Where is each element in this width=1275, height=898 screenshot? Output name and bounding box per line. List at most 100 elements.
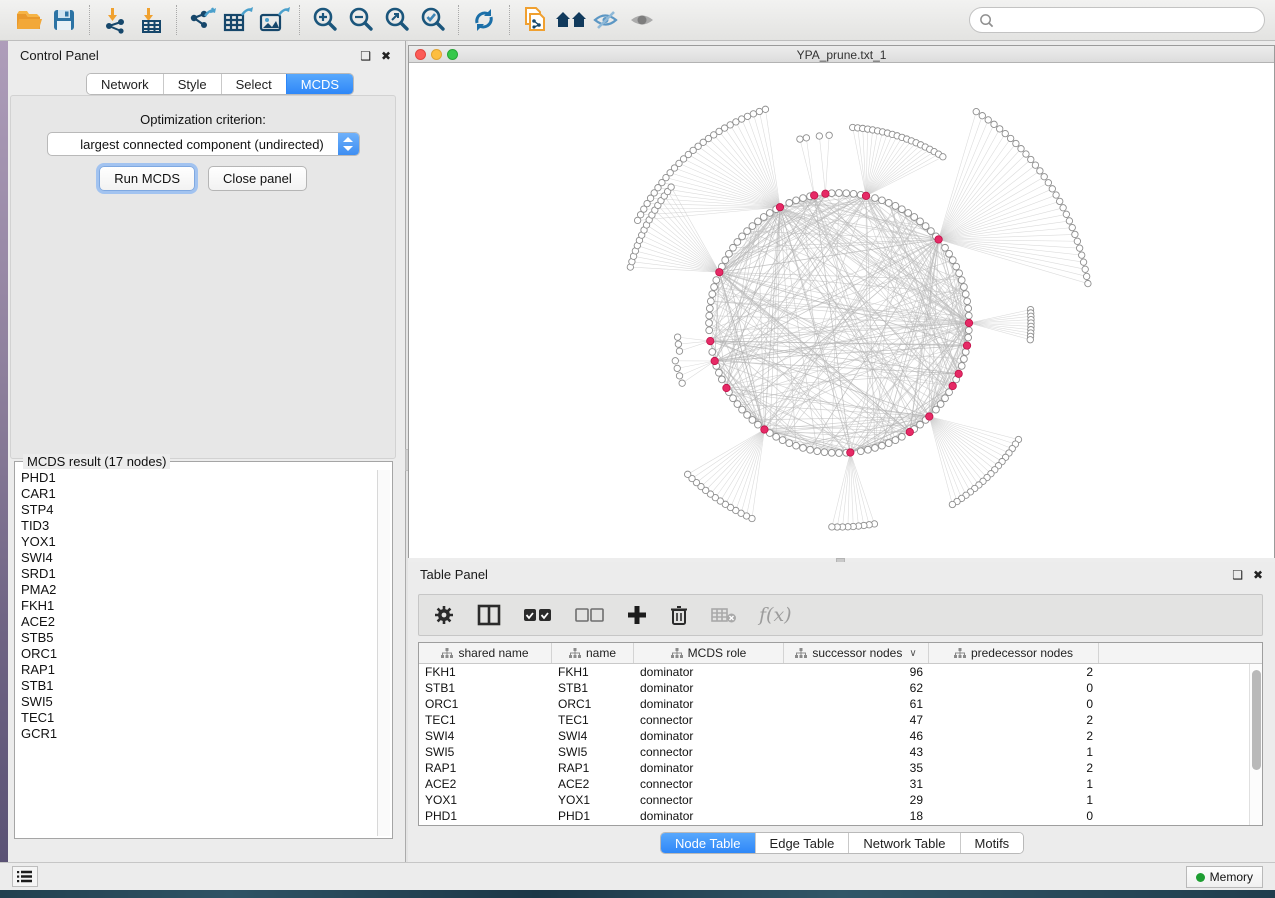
select-all-button[interactable] [523, 607, 553, 623]
ring-node[interactable] [718, 376, 725, 383]
leaf-node[interactable] [985, 117, 991, 123]
zoom-out-button[interactable] [343, 4, 379, 36]
mcds-hub-node[interactable] [963, 342, 970, 349]
leaf-node[interactable] [940, 154, 946, 160]
result-node[interactable]: STB1 [17, 678, 376, 694]
leaf-node[interactable] [676, 348, 682, 354]
table-row[interactable]: PHD1PHD1dominator180 [419, 808, 1262, 824]
leaf-node[interactable] [829, 524, 835, 530]
mcds-hub-node[interactable] [711, 357, 718, 364]
ring-node[interactable] [706, 305, 713, 312]
ring-node[interactable] [962, 291, 969, 298]
ring-node[interactable] [905, 210, 912, 217]
table-row[interactable]: FKH1FKH1dominator962 [419, 664, 1262, 680]
mcds-hub-node[interactable] [949, 382, 956, 389]
ring-node[interactable] [928, 228, 935, 235]
leaf-node[interactable] [1053, 192, 1059, 198]
result-node[interactable]: SWI4 [17, 550, 376, 566]
ring-node[interactable] [885, 199, 892, 206]
new-network-from-selection-button[interactable] [517, 4, 553, 36]
tab-select[interactable]: Select [221, 74, 286, 94]
leaf-node[interactable] [1085, 280, 1091, 286]
mcds-hub-node[interactable] [926, 413, 933, 420]
leaf-node[interactable] [674, 365, 680, 371]
ring-node[interactable] [911, 214, 918, 221]
ring-node[interactable] [793, 197, 800, 204]
table-row[interactable]: SWI5SWI5connector431 [419, 744, 1262, 760]
result-node[interactable]: CAR1 [17, 486, 376, 502]
table-settings-button[interactable] [433, 604, 455, 626]
tab-edge-table[interactable]: Edge Table [755, 833, 849, 853]
result-node[interactable]: RAP1 [17, 662, 376, 678]
ring-node[interactable] [760, 214, 767, 221]
zoom-selected-button[interactable] [415, 4, 451, 36]
tab-network[interactable]: Network [87, 74, 163, 94]
result-node[interactable]: STP4 [17, 502, 376, 518]
ring-node[interactable] [965, 327, 972, 334]
leaf-node[interactable] [1007, 135, 1013, 141]
result-node[interactable]: ACE2 [17, 614, 376, 630]
leaf-node[interactable] [1027, 337, 1033, 343]
mcds-result-list[interactable]: PHD1CAR1STP4TID3YOX1SWI4SRD1PMA2FKH1ACE2… [17, 470, 376, 836]
add-column-button[interactable] [627, 605, 647, 625]
export-image-button[interactable] [256, 4, 292, 36]
open-file-button[interactable] [10, 4, 46, 36]
leaf-node[interactable] [1082, 266, 1088, 272]
mcds-hub-node[interactable] [716, 269, 723, 276]
ring-node[interactable] [706, 327, 713, 334]
leaf-node[interactable] [750, 111, 756, 117]
deselect-all-button[interactable] [575, 607, 605, 623]
search-input[interactable] [999, 13, 1249, 27]
ring-node[interactable] [755, 421, 762, 428]
leaf-node[interactable] [674, 334, 680, 340]
delete-table-button[interactable] [711, 606, 737, 624]
leaf-node[interactable] [1056, 198, 1062, 204]
mcds-hub-node[interactable] [810, 192, 817, 199]
tab-network-table[interactable]: Network Table [848, 833, 959, 853]
ring-node[interactable] [709, 291, 716, 298]
ring-node[interactable] [744, 228, 751, 235]
network-canvas[interactable] [409, 63, 1274, 558]
mcds-hub-node[interactable] [955, 370, 962, 377]
leaf-node[interactable] [991, 121, 997, 127]
ring-node[interactable] [965, 334, 972, 341]
result-node[interactable]: PMA2 [17, 582, 376, 598]
delete-column-button[interactable] [669, 604, 689, 626]
mcds-hub-node[interactable] [862, 192, 869, 199]
import-table-button[interactable] [133, 4, 169, 36]
leaf-node[interactable] [676, 373, 682, 379]
leaf-node[interactable] [1066, 218, 1072, 224]
ring-node[interactable] [949, 257, 956, 264]
leaf-node[interactable] [1041, 174, 1047, 180]
table-row[interactable]: ORC1ORC1dominator610 [419, 696, 1262, 712]
result-node[interactable]: STB5 [17, 630, 376, 646]
ring-node[interactable] [793, 442, 800, 449]
ring-node[interactable] [942, 244, 949, 251]
ring-node[interactable] [962, 349, 969, 356]
ring-node[interactable] [898, 206, 905, 213]
table-row[interactable]: STB1STB1dominator620 [419, 680, 1262, 696]
result-node[interactable]: SWI5 [17, 694, 376, 710]
ring-node[interactable] [779, 437, 786, 444]
tab-motifs[interactable]: Motifs [960, 833, 1024, 853]
ring-node[interactable] [872, 445, 879, 452]
zoom-fit-button[interactable] [379, 4, 415, 36]
ring-node[interactable] [892, 202, 899, 209]
leaf-node[interactable] [1060, 205, 1066, 211]
tab-mcds[interactable]: MCDS [286, 74, 353, 94]
leaf-node[interactable] [1013, 140, 1019, 146]
leaf-node[interactable] [1028, 156, 1034, 162]
column-header-successor-nodes[interactable]: successor nodes∨ [784, 643, 929, 663]
leaf-node[interactable] [1018, 146, 1024, 152]
close-panel-icon[interactable]: ✖ [1253, 568, 1263, 582]
tab-node-table[interactable]: Node Table [661, 833, 755, 853]
leaf-node[interactable] [816, 133, 822, 139]
float-panel-icon[interactable]: ❑ [1232, 568, 1243, 582]
leaf-node[interactable] [997, 126, 1003, 132]
import-network-button[interactable] [97, 4, 133, 36]
result-node[interactable]: FKH1 [17, 598, 376, 614]
leaf-node[interactable] [668, 184, 674, 190]
column-header-MCDS-role[interactable]: MCDS role [634, 643, 784, 663]
ring-node[interactable] [946, 250, 953, 257]
ring-node[interactable] [734, 239, 741, 246]
